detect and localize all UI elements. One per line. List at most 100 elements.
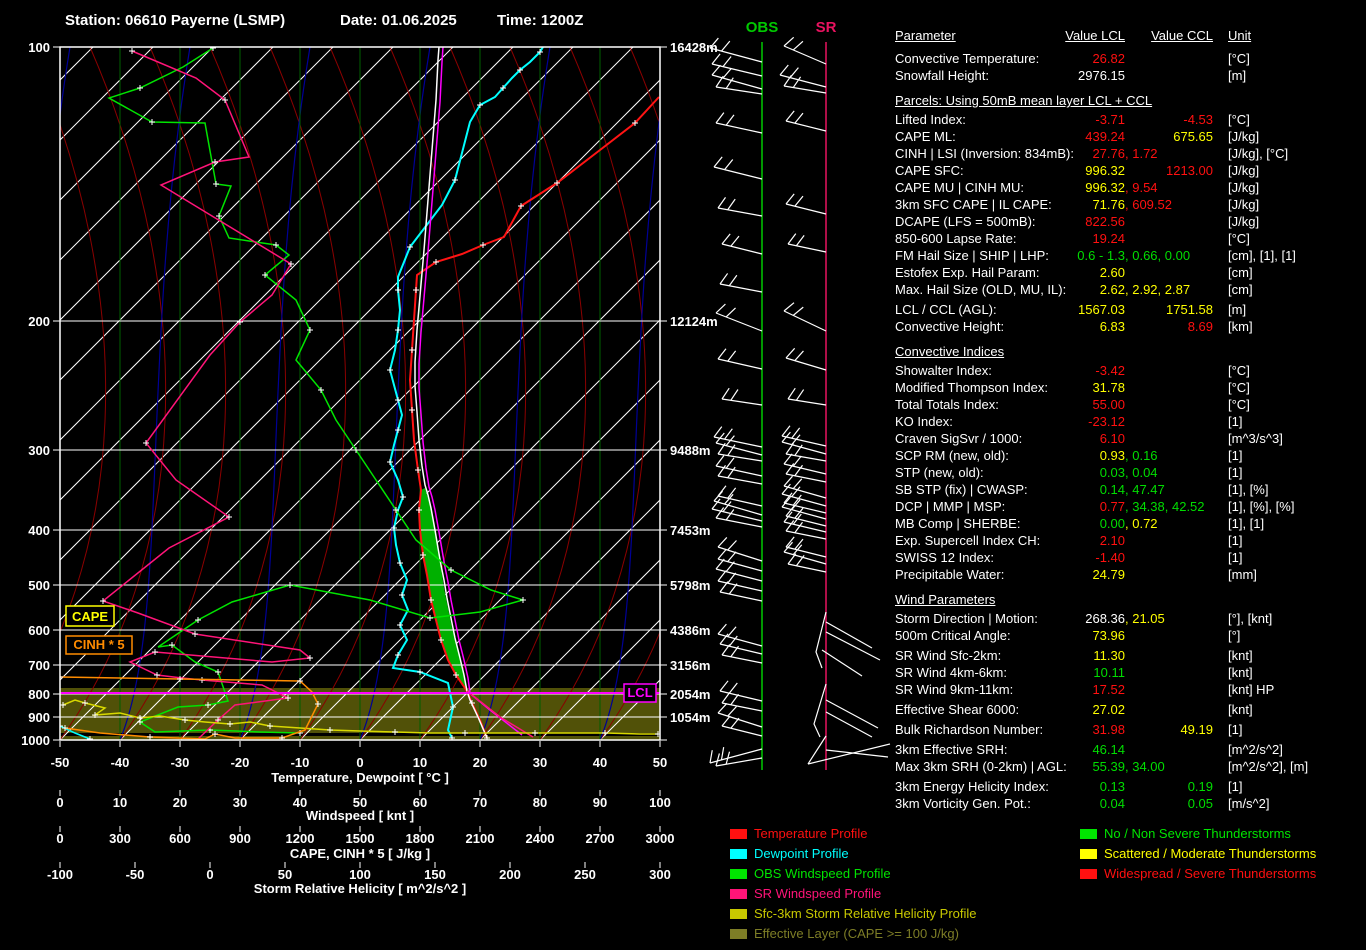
dewpoint-profile	[390, 47, 543, 738]
unit-label: [J/kg]	[1228, 213, 1259, 230]
table-row: Effective Shear 6000:27.02[knt]	[895, 701, 1366, 718]
unit-label: [1]	[1228, 464, 1242, 481]
unit-label: [m]	[1228, 67, 1246, 84]
value-ccl: 1751.58	[895, 301, 1213, 318]
skewt-chart-area: 10016428m20012124m3009488m4007453m500579…	[0, 0, 900, 950]
windspeed-axis-tick: 80	[533, 795, 547, 810]
table-row: Lifted Index:-3.71-4.53[°C]	[895, 111, 1366, 128]
value-lcl: 55.39	[895, 758, 1125, 775]
unit-label: [m^2/s^2], [m]	[1228, 758, 1308, 775]
table-row: 500m Critical Angle:73.96[°]	[895, 627, 1366, 644]
height-tick-label: 4386m	[670, 623, 710, 638]
value-lcl-extra: , 34.38, 42.52	[1125, 498, 1205, 515]
unit-label: [°C]	[1228, 111, 1250, 128]
unit-label: [cm], [1], [1]	[1228, 247, 1296, 264]
legend-swatch	[1080, 829, 1097, 839]
cape-axis-tick: 1500	[346, 831, 375, 846]
value-lcl: 0.03	[895, 464, 1125, 481]
value-lcl-extra: , 0.16	[1125, 447, 1158, 464]
cape-axis-tick: 300	[109, 831, 131, 846]
table-row: Total Totals Index:55.00[°C]	[895, 396, 1366, 413]
table-row: SB STP (fix) | CWASP:0.14, 47.47[1], [%]	[895, 481, 1366, 498]
unit-label: [J/kg]	[1228, 128, 1259, 145]
srh-axis-tick: 100	[349, 867, 371, 882]
srh-axis-tick: 0	[206, 867, 213, 882]
value-ccl: 0.05	[895, 795, 1213, 812]
temperature-axis-tick: -20	[231, 755, 250, 770]
cape-axis-tick: 900	[229, 831, 251, 846]
table-section-heading: Parcels: Using 50mB mean layer LCL + CCL	[895, 92, 1366, 109]
value-lcl: -23.12	[895, 413, 1125, 430]
unit-label: [°C]	[1228, 379, 1250, 396]
severity-legend-item: No / Non Severe Thunderstorms	[1080, 824, 1366, 844]
pressure-tick-label: 400	[28, 523, 50, 538]
table-header-row: ParameterValue LCLValue CCLUnit	[895, 27, 1366, 44]
value-lcl: 11.30	[895, 647, 1125, 664]
value-lcl: -1.40	[895, 549, 1125, 566]
table-row: SWISS 12 Index:-1.40[1]	[895, 549, 1366, 566]
unit-label: [1]	[1228, 721, 1242, 738]
pressure-tick-label: 1000	[21, 733, 50, 748]
value-lcl-extra: , 21.05	[1125, 611, 1165, 626]
table-row: Estofex Exp. Hail Param:2.60[cm]	[895, 264, 1366, 281]
value-lcl-extra: , 42.52	[1165, 499, 1205, 514]
profile-legend-item: Sfc-3km Storm Relative Helicity Profile	[730, 904, 1070, 924]
value-lcl: 2.60	[895, 264, 1125, 281]
value-lcl: 0.93	[895, 447, 1125, 464]
legend-swatch	[730, 849, 747, 859]
table-row: CINH | LSI (Inversion: 834mB):27.76, 1.7…	[895, 145, 1366, 162]
windspeed-axis-tick: 70	[473, 795, 487, 810]
table-row: Max. Hail Size (OLD, MU, IL):2.62, 2.92,…	[895, 281, 1366, 298]
unit-label: [knt]	[1228, 664, 1253, 681]
srh-axis-tick: 150	[424, 867, 446, 882]
temperature-axis-tick: 30	[533, 755, 547, 770]
lcl-label-text: LCL	[627, 685, 652, 700]
profile-legend-item: Temperature Profile	[730, 824, 1070, 844]
unit-label: [1]	[1228, 532, 1242, 549]
pressure-tick-label: 600	[28, 623, 50, 638]
value-lcl-extra: , 9.54	[1125, 180, 1158, 195]
windspeed-axis-tick: 90	[593, 795, 607, 810]
table-row: DCAPE (LFS = 500mB):822.56[J/kg]	[895, 213, 1366, 230]
skewt-chart: 10016428m20012124m3009488m4007453m500579…	[0, 0, 900, 950]
unit-label: [km]	[1228, 318, 1253, 335]
srh-axis-tick: 200	[499, 867, 521, 882]
srh-axis-tick: 250	[574, 867, 596, 882]
legend-label: Temperature Profile	[754, 824, 867, 844]
temperature-axis-tick: -30	[171, 755, 190, 770]
pressure-tick-label: 900	[28, 710, 50, 725]
temperature-axis-tick: 20	[473, 755, 487, 770]
value-lcl-extra: , 0.04	[1125, 464, 1158, 481]
height-tick-label: 7453m	[670, 523, 710, 538]
table-row: Max 3km SRH (0-2km) | AGL:55.39, 34.00[m…	[895, 758, 1366, 775]
unit-label: [1]	[1228, 447, 1242, 464]
temperature-axis-tick: 10	[413, 755, 427, 770]
value-lcl: 268.36	[895, 610, 1125, 627]
value-lcl-extra: , 609.52	[1125, 196, 1172, 213]
sr-column-label: SR	[816, 19, 837, 36]
unit-label: [J/kg]	[1228, 196, 1259, 213]
table-row: Convective Temperature:26.82[°C]	[895, 50, 1366, 67]
unit-label: [1], [1]	[1228, 515, 1264, 532]
table-row: SR Wind Sfc-2km:11.30[knt]	[895, 647, 1366, 664]
parameter-table: ParameterValue LCLValue CCLUnit Convectiv…	[895, 27, 1366, 812]
value-ccl: 8.69	[895, 318, 1213, 335]
pressure-tick-label: 200	[28, 314, 50, 329]
value-lcl: 822.56	[895, 213, 1125, 230]
table-row: CAPE MU | CINH MU:996.32, 9.54[J/kg]	[895, 179, 1366, 196]
table-row: 3km Vorticity Gen. Pot.:0.040.05[m/s^2]	[895, 795, 1366, 812]
cinh-label-text: CINH * 5	[73, 637, 124, 652]
legend-swatch	[730, 889, 747, 899]
value-lcl: 2.10	[895, 532, 1125, 549]
unit-label: [°C]	[1228, 362, 1250, 379]
unit-label: [cm]	[1228, 281, 1253, 298]
unit-label: [J/kg], [°C]	[1228, 145, 1288, 162]
windspeed-axis-tick: 0	[56, 795, 63, 810]
unit-label: [°], [knt]	[1228, 610, 1272, 627]
value-ccl: 49.19	[895, 721, 1213, 738]
value-lcl: 24.79	[895, 566, 1125, 583]
temperature-axis-tick: 50	[653, 755, 667, 770]
cape-axis-tick: 2700	[586, 831, 615, 846]
table-row: Storm Direction | Motion:268.36, 21.05[°…	[895, 610, 1366, 627]
value-lcl-extra: , 0.66, 0.00	[1125, 247, 1190, 264]
